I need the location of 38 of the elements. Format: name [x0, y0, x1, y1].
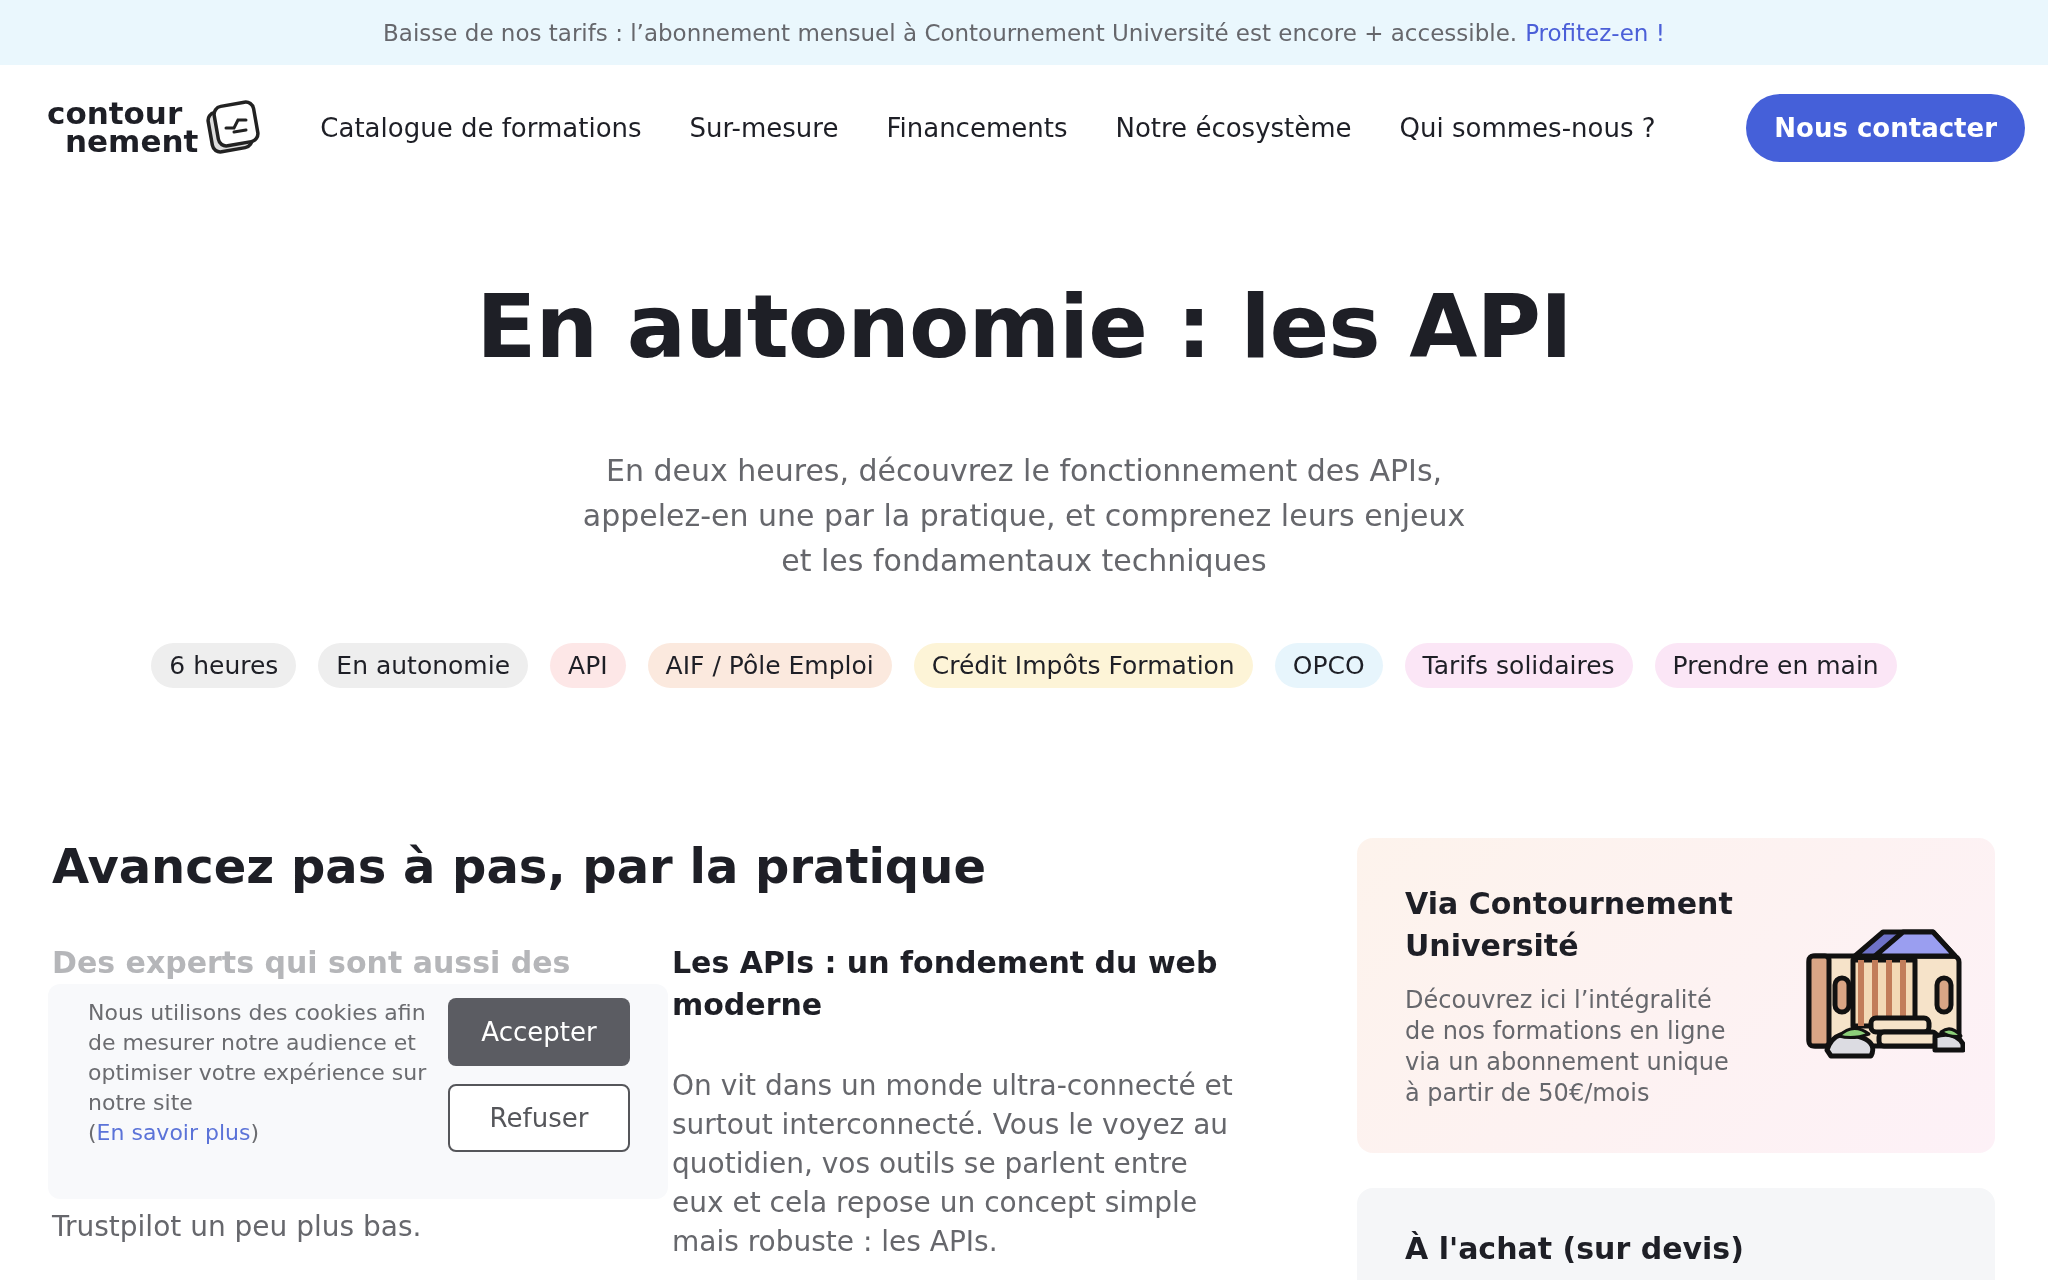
accept-button[interactable]: Accepter [448, 998, 630, 1066]
nav-link[interactable]: Sur-mesure [689, 112, 839, 143]
tag: Crédit Impôts Formation [913, 643, 1253, 688]
subtitle-line: appelez-en une par la pratique, et comprenez leurs enjeux [582, 497, 1466, 535]
column-paragraph: Trustpilot un peu plus bas. [52, 1209, 423, 1245]
offer-card[interactable]: À l'achat (sur devis) [1357, 1188, 1995, 1280]
refuse-button[interactable]: Refuser [448, 1084, 630, 1152]
section-heading: Avancez pas à pas, par la pratique [52, 838, 987, 894]
cookie-message: Nous utilisons des cookies afin de mesurer notre audience et optimiser votre expérience sur notre site [88, 999, 428, 1117]
tag: AIF / Pôle Emploi [647, 643, 892, 688]
subtitle-line: En deux heures, découvrez le fonctionnement des APIs, [605, 452, 1443, 490]
tag: Prendre en main [1654, 643, 1897, 688]
parenthesis: ( [88, 1120, 97, 1145]
announcement-link[interactable]: Profitez-en ! [1525, 19, 1665, 46]
nav-link[interactable]: Catalogue de formations [320, 112, 642, 143]
tag: OPCO [1274, 643, 1383, 688]
subtitle-line: et les fondamentaux techniques [781, 542, 1267, 580]
learn-more-link[interactable]: En savoir plus [96, 1120, 251, 1145]
tag: 6 heures [151, 643, 297, 688]
offer-description: Découvrez ici l’intégralité de nos formations en ligne via un abonnement unique à partir de 50€/mois [1405, 984, 1730, 1109]
nav-link[interactable]: Notre écosystème [1115, 112, 1352, 143]
contact-button[interactable]: Nous contacter [1746, 93, 2025, 162]
tag: Tarifs solidaires [1404, 643, 1633, 688]
column-paragraph: On vit dans un monde ultra-connecté et surtout interconnecté. Vous le voyez au quotidien, vos outils se parlent entre eux et cela repose un concept simple mais robuste : les APIs. [672, 1068, 1234, 1260]
nav-link[interactable]: Financements [886, 112, 1068, 143]
offer-title: À l'achat (sur devis) [1405, 1230, 1745, 1268]
parenthesis: ) [250, 1120, 260, 1145]
nav-link[interactable]: Qui sommes-nous ? [1399, 112, 1656, 143]
column-heading: Les APIs : un fondement du web moderne [672, 944, 1219, 1024]
logo-wordmark[interactable]: nement [47, 127, 199, 156]
announcement-text: Baisse de nos tarifs : l’abonnement mensuel à Contournement Université est encore + accessible. [383, 19, 1518, 46]
page-title: En autonomie : les API [476, 275, 1572, 378]
tag: API [550, 643, 626, 688]
tag: En autonomie [318, 643, 529, 688]
column-heading: Des experts qui sont aussi des [52, 944, 572, 982]
offer-card[interactable]: Via Contournement Université Découvrez ici l’intégralité de nos formations en ligne via un abonnement unique à partir de 50€/mois [1357, 838, 1995, 1153]
logo-wordmark[interactable]: contour [47, 99, 199, 128]
offer-title: Via Contournement Université [1405, 884, 1734, 965]
